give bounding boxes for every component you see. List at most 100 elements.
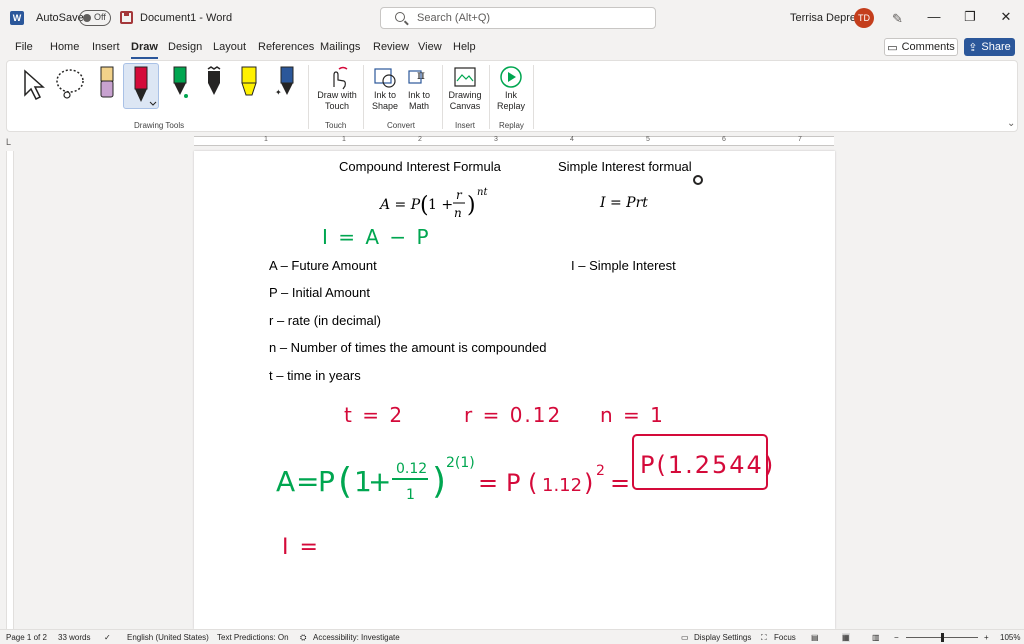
autosave-label: AutoSave: [36, 12, 84, 24]
restore-button[interactable]: ❐: [960, 9, 980, 25]
red-pen-button[interactable]: [123, 63, 159, 109]
horizontal-ruler[interactable]: [194, 136, 834, 146]
yellow-highlighter-icon[interactable]: [237, 65, 261, 101]
ink-to-shape-icon[interactable]: [373, 65, 397, 89]
ink-replay-icon[interactable]: [499, 65, 523, 89]
tab-file[interactable]: File: [15, 41, 33, 53]
read-mode-icon[interactable]: ▤: [811, 633, 819, 642]
ruler-number: 1: [342, 136, 346, 143]
tab-view[interactable]: View: [418, 41, 442, 53]
document-page[interactable]: Compound Interest Formula Simple Interes…: [194, 151, 835, 629]
tab-help[interactable]: Help: [453, 41, 476, 53]
focus-mode[interactable]: Focus: [774, 633, 796, 642]
display-settings[interactable]: Display Settings: [694, 633, 751, 642]
print-layout-icon[interactable]: ▦: [842, 633, 850, 642]
ruler-number: 7: [798, 136, 802, 143]
svg-text:P: P: [506, 469, 520, 497]
search-input[interactable]: Search (Alt+Q): [380, 7, 656, 29]
toggle-knob: [83, 14, 91, 22]
svg-text:1.12: 1.12: [542, 475, 582, 496]
document-title: Document1 - Word: [140, 12, 233, 24]
ink-to-math-label[interactable]: Ink to Math: [401, 90, 437, 112]
proofing-icon[interactable]: ✓: [104, 633, 111, 642]
tab-home[interactable]: Home: [50, 41, 79, 53]
definition-a: A – Future Amount: [269, 258, 377, 273]
search-icon: [395, 12, 405, 22]
title-bar: W AutoSave Off Document1 - Word Search (…: [0, 0, 1024, 36]
ribbon-separator: [363, 65, 364, 129]
save-icon[interactable]: [120, 11, 133, 24]
compound-interest-heading: Compound Interest Formula: [339, 159, 501, 174]
autosave-toggle[interactable]: Off: [79, 10, 111, 26]
group-label-drawing-tools: Drawing Tools: [134, 121, 185, 130]
svg-text:): ): [584, 469, 593, 497]
svg-text:=: =: [610, 469, 630, 497]
black-pen-icon[interactable]: [203, 65, 225, 101]
svg-text:✦: ✦: [275, 88, 282, 97]
eraser-icon[interactable]: [97, 65, 117, 101]
web-layout-icon[interactable]: ▥: [872, 633, 880, 642]
definition-r: r – rate (in decimal): [269, 313, 381, 328]
galaxy-pen-icon[interactable]: ✦: [273, 65, 297, 101]
drawing-canvas-icon[interactable]: [453, 65, 477, 89]
page-count[interactable]: Page 1 of 2: [6, 633, 47, 642]
vertical-ruler[interactable]: [6, 151, 14, 629]
drawing-canvas-label[interactable]: Drawing Canvas: [443, 90, 487, 112]
lasso-select-icon[interactable]: [53, 67, 87, 101]
group-label-convert: Convert: [387, 121, 416, 130]
zoom-slider-handle[interactable]: [941, 633, 944, 642]
tab-layout[interactable]: Layout: [213, 41, 246, 53]
tab-stop-icon[interactable]: L: [6, 137, 11, 147]
ink-to-shape-label[interactable]: Ink to Shape: [367, 90, 403, 112]
green-pen-icon[interactable]: [169, 65, 191, 101]
word-logo-icon: W: [10, 11, 24, 25]
comment-icon: ▭: [887, 41, 898, 54]
minimize-button[interactable]: —: [924, 9, 944, 24]
draw-with-touch-label[interactable]: Draw with Touch: [313, 90, 361, 112]
pen-icon[interactable]: ✎: [892, 11, 903, 27]
svg-text:=: =: [478, 469, 498, 497]
accessibility-icon: ⛭: [300, 633, 307, 642]
comments-button[interactable]: ▭ Comments: [884, 38, 958, 56]
definition-i: I – Simple Interest: [571, 258, 676, 273]
simple-interest-heading: Simple Interest formual: [558, 159, 692, 174]
select-arrow-icon[interactable]: [21, 67, 45, 101]
accessibility-status[interactable]: Accessibility: Investigate: [313, 633, 400, 642]
tab-references[interactable]: References: [258, 41, 314, 53]
ruler-number: 6: [722, 136, 726, 143]
svg-text:π: π: [417, 68, 425, 82]
close-button[interactable]: ✕: [996, 9, 1016, 25]
tab-review[interactable]: Review: [373, 41, 409, 53]
avatar[interactable]: TD: [854, 8, 874, 28]
word-count[interactable]: 33 words: [58, 633, 90, 642]
zoom-out-button[interactable]: −: [894, 633, 899, 642]
display-settings-icon: ▭: [681, 633, 689, 642]
svg-text:): ): [432, 461, 446, 502]
ink-to-math-icon[interactable]: π: [407, 65, 431, 89]
compound-formula: A = P ( 1 + r n ) nt: [378, 187, 488, 220]
language[interactable]: English (United States): [127, 633, 209, 642]
zoom-in-button[interactable]: +: [984, 633, 989, 642]
text-predictions[interactable]: Text Predictions: On: [217, 633, 289, 642]
ribbon: ✦ Drawing Tools Draw with Touch Touch In…: [6, 60, 1018, 132]
draw-with-touch-icon[interactable]: [325, 65, 349, 91]
comments-label: Comments: [901, 41, 955, 53]
tab-draw[interactable]: Draw: [131, 41, 158, 59]
ribbon-separator: [308, 65, 309, 129]
tab-design[interactable]: Design: [168, 41, 202, 53]
focus-icon: ⛶: [761, 633, 767, 642]
collapse-ribbon-chevron-icon[interactable]: ⌄: [1007, 118, 1015, 129]
share-button[interactable]: ⇪ Share: [964, 38, 1015, 56]
zoom-level[interactable]: 105%: [1000, 633, 1020, 642]
svg-text:A: A: [276, 465, 295, 498]
tab-mailings[interactable]: Mailings: [320, 41, 360, 53]
svg-text:2(1): 2(1): [446, 455, 475, 471]
ruler-number: 1: [264, 136, 268, 143]
share-label: Share: [981, 41, 1011, 53]
share-icon: ⇪: [968, 41, 978, 54]
ink-replay-label[interactable]: Ink Replay: [493, 90, 529, 112]
svg-text:1 +: 1 +: [428, 197, 453, 213]
svg-text:+: +: [368, 465, 391, 498]
user-name[interactable]: Terrisa Deprez: [790, 12, 862, 24]
tab-insert[interactable]: Insert: [92, 41, 120, 53]
